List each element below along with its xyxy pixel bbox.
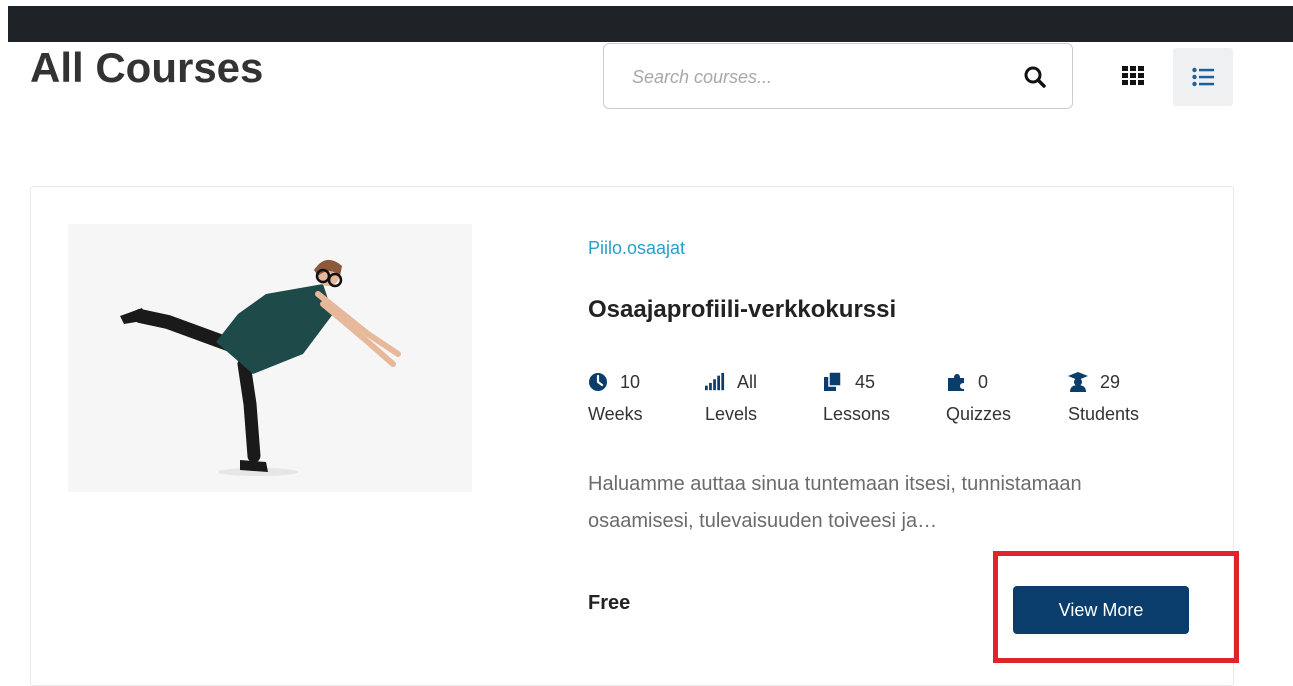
meta-duration: 10 Weeks: [588, 366, 643, 430]
meta-lessons-unit: Lessons: [823, 404, 891, 424]
meta-level-value: All: [737, 372, 758, 392]
course-excerpt: Haluamme auttaa sinua tuntemaan itsesi, …: [588, 473, 1082, 532]
search-box[interactable]: [603, 43, 1073, 109]
view-more-button[interactable]: View More: [1013, 586, 1189, 634]
course-thumbnail-image[interactable]: [68, 224, 472, 492]
meta-quizzes-value: 0: [978, 372, 989, 392]
meta-students-value: 29: [1100, 372, 1121, 392]
top-bar: [0, 0, 1293, 42]
search-input[interactable]: [630, 62, 994, 92]
puzzle-icon: [948, 374, 964, 391]
meta-duration-value: 10: [620, 372, 641, 392]
search-icon[interactable]: [1022, 64, 1048, 90]
list-icon: [1192, 67, 1214, 87]
page-title: All Courses: [30, 44, 264, 91]
grid-view-button[interactable]: [1110, 50, 1156, 102]
meta-students: 29 Students: [1068, 366, 1139, 430]
meta-students-unit: Students: [1068, 404, 1140, 424]
grid-icon: [1122, 66, 1144, 85]
meta-level: All Levels: [705, 366, 757, 430]
meta-quizzes: 0 Quizzes: [946, 366, 1011, 430]
clock-icon: [589, 373, 607, 391]
meta-duration-unit: Weeks: [588, 404, 643, 424]
meta-lessons: 45 Lessons: [823, 366, 890, 430]
graduate-icon: [1068, 372, 1088, 392]
course-price: Free: [588, 592, 631, 614]
copy-icon: [824, 372, 842, 391]
top-bar-dark-strip: [8, 6, 1293, 42]
signal-bars-icon: [705, 372, 725, 391]
course-category-link[interactable]: Piilo.osaajat: [588, 238, 685, 259]
list-view-button[interactable]: [1173, 48, 1233, 106]
meta-lessons-value: 45: [855, 372, 876, 392]
course-title[interactable]: Osaajaprofiili-verkkokurssi: [588, 296, 896, 324]
dancer-illustration: [68, 224, 472, 492]
meta-quizzes-unit: Quizzes: [946, 404, 1012, 424]
meta-level-unit: Levels: [705, 404, 758, 424]
